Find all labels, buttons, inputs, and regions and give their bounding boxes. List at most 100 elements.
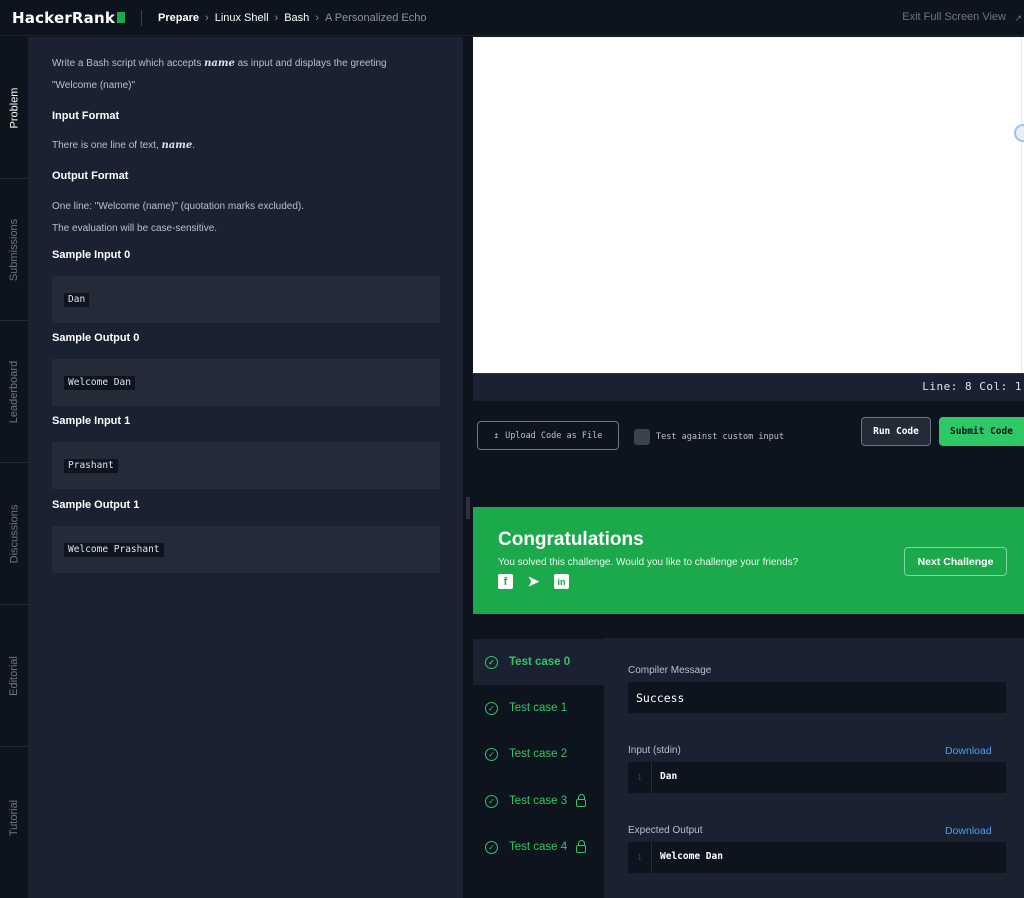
breadcrumb-prepare[interactable]: Prepare [158,12,199,24]
code-editor[interactable] [473,37,1024,373]
congrats-subtitle: You solved this challenge. Would you lik… [498,557,799,568]
problem-intro: Write a Bash script which accepts name a… [52,57,387,71]
custom-input-checkbox[interactable] [634,429,650,445]
test-case-3[interactable]: ✓ Test case 3 [473,778,604,824]
sample-input-0-box: Dan [52,276,440,323]
editor-status-bar: Line: 8 Col: 1 [473,373,1024,401]
expected-output-label: Expected Output [628,825,703,836]
tab-label: Discussions [8,504,20,563]
output-format-heading: Output Format [52,170,129,182]
compiler-message-box: Success [628,682,1006,713]
problem-panel: Write a Bash script which accepts name a… [28,37,463,898]
chevron-right-icon: › [205,11,209,24]
tab-label: Submissions [8,218,21,281]
tab-editorial[interactable]: Editorial [0,605,28,747]
divider [141,9,143,26]
lock-icon [576,840,587,853]
lock-icon [576,794,587,807]
next-challenge-button[interactable]: Next Challenge [904,547,1007,576]
download-input-link[interactable]: Download [945,745,992,757]
sample-output-0-code: Welcome Dan [64,376,135,390]
line-number: 1 [628,762,652,793]
side-tab-bar: Problem Submissions Leaderboard Discussi… [0,37,28,898]
linkedin-icon[interactable]: in [554,574,569,589]
input-format-pre: There is one line of text, [52,140,162,151]
congrats-title: Congratulations [498,529,644,550]
drag-handle-icon[interactable] [466,497,470,519]
upload-code-button[interactable]: ↥ Upload Code as File [477,421,619,450]
problem-intro-line2: "Welcome (name)" [52,80,136,91]
submit-code-button[interactable]: Submit Code [939,417,1024,446]
hackerrank-logo[interactable]: HackerRank [12,8,126,27]
test-case-label: Test case 4 [509,841,568,853]
test-case-2[interactable]: ✓ Test case 2 [473,731,604,777]
compiler-message-label: Compiler Message [628,665,712,676]
exit-full-screen-icon[interactable]: ↗ [1014,13,1022,24]
tab-label: Problem [8,87,20,128]
download-expected-link[interactable]: Download [945,825,992,837]
tab-problem[interactable]: Problem [0,37,28,179]
intro-text: Write a Bash script which accepts [52,58,205,69]
test-case-1[interactable]: ✓ Test case 1 [473,685,604,731]
test-case-4[interactable]: ✓ Test case 4 [473,824,604,870]
test-case-label: Test case 3 [509,795,568,807]
exit-full-screen-link[interactable]: Exit Full Screen View [902,11,1006,23]
input-format-text: There is one line of text, name. [52,139,195,153]
intro-text: as input and displays the greeting [234,58,387,69]
custom-input-label[interactable]: Test against custom input [656,432,784,442]
facebook-icon[interactable]: f [498,574,513,589]
check-circle-icon: ✓ [485,655,498,669]
logo-text: HackerRank [12,8,116,27]
chevron-right-icon: › [315,11,319,24]
input-format-heading: Input Format [52,110,120,122]
panel-splitter[interactable] [463,37,473,898]
sample-output-1-box: Welcome Prashant [52,526,440,573]
sample-input-0-code: Dan [64,293,90,307]
top-bar: HackerRank Prepare › Linux Shell › Bash … [0,0,1024,36]
var-name: name [204,58,235,69]
breadcrumb: Prepare › Linux Shell › Bash › A Persona… [158,12,426,24]
sample-input-0-heading: Sample Input 0 [52,249,131,261]
run-code-button[interactable]: Run Code [861,417,931,446]
tab-label: Leaderboard [8,360,21,423]
test-case-label: Test case 2 [509,748,568,760]
breadcrumb-linux-shell[interactable]: Linux Shell [215,12,269,24]
test-case-0[interactable]: ✓ Test case 0 [473,639,604,685]
output-format-line2: The evaluation will be case-sensitive. [52,223,218,234]
editor-scroll-knob[interactable] [1014,124,1024,142]
sample-output-0-heading: Sample Output 0 [52,332,140,344]
check-circle-icon: ✓ [485,747,498,761]
editor-scroll-track [1021,37,1022,373]
sample-input-1-heading: Sample Input 1 [52,415,131,427]
logo-block-icon [117,12,126,23]
check-circle-icon: ✓ [485,794,498,808]
tab-leaderboard[interactable]: Leaderboard [0,321,28,463]
breadcrumb-bash[interactable]: Bash [284,12,309,24]
tab-label: Editorial [8,655,20,696]
expected-output-box: 1 Welcome Dan [628,842,1006,873]
chevron-right-icon: › [274,11,279,24]
input-stdin-value: Dan [660,771,678,782]
upload-icon: ↥ [493,430,500,441]
breadcrumb-current: A Personalized Echo [324,11,427,24]
sample-input-1-code: Prashant [64,459,118,473]
tab-submissions[interactable]: Submissions [0,179,28,321]
input-stdin-box: 1 Dan [628,762,1006,793]
tab-discussions[interactable]: Discussions [0,463,28,605]
check-circle-icon: ✓ [485,701,498,715]
check-circle-icon: ✓ [485,840,498,854]
sample-output-1-code: Welcome Prashant [64,543,164,557]
tab-label: Tutorial [8,799,20,837]
compiler-message-value: Success [636,691,685,705]
test-results-panel: ✓ Test case 0 ✓ Test case 1 ✓ Test case … [473,638,1024,898]
tab-tutorial[interactable]: Tutorial [0,747,28,889]
sample-output-0-box: Welcome Dan [52,359,440,406]
input-format-post: . [192,140,195,151]
twitter-icon[interactable]: ➤ [526,573,541,589]
line-number: 1 [628,842,652,873]
output-format-line1: One line: "Welcome (name)" (quotation ma… [52,201,305,212]
input-stdin-label: Input (stdin) [628,745,681,756]
var-name: name [161,140,193,151]
upload-label: Upload Code as File [505,430,603,441]
test-case-label: Test case 0 [509,656,571,668]
